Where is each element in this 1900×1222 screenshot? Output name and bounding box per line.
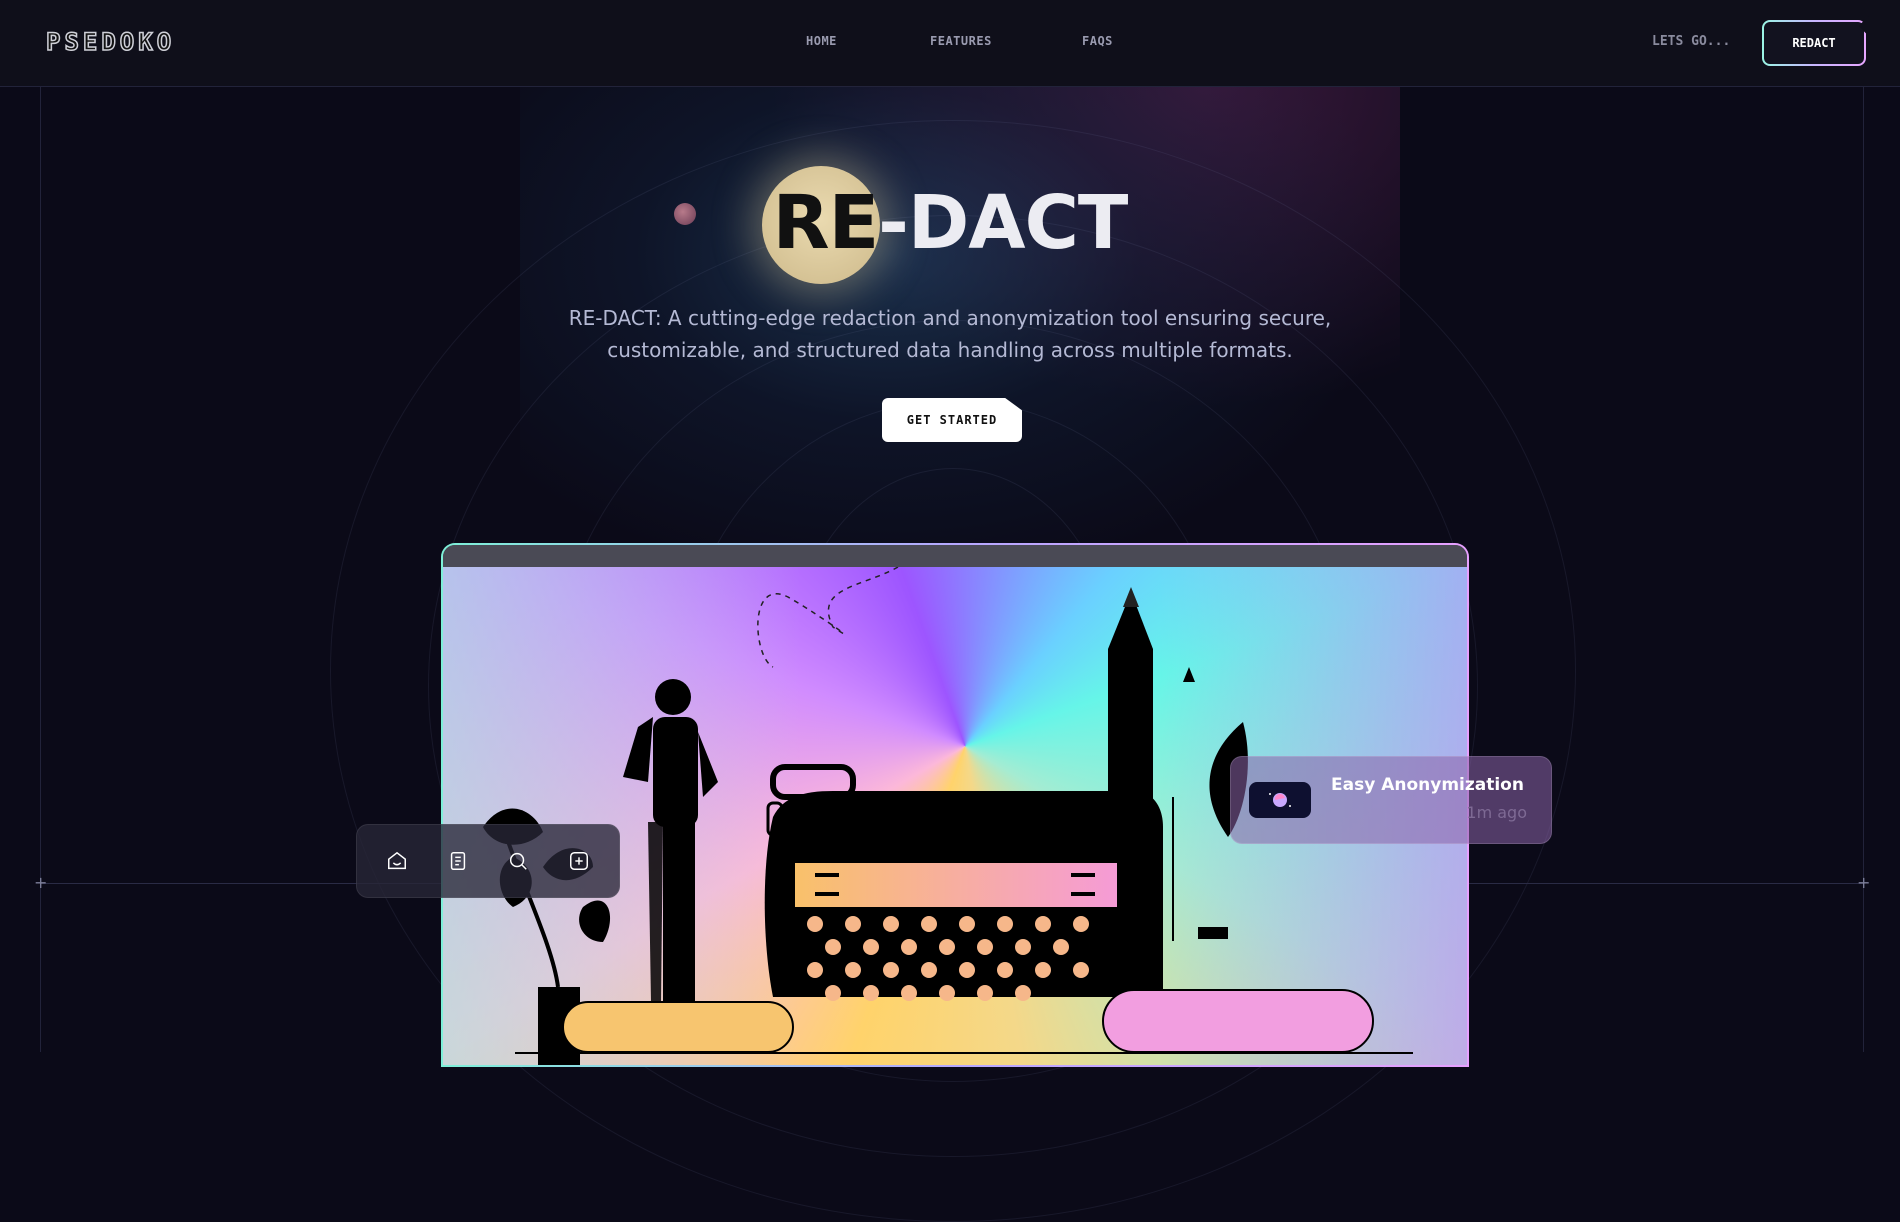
- notification-timestamp: 1m ago: [1466, 803, 1527, 822]
- logo[interactable]: PSEDOKO: [45, 27, 175, 57]
- search-icon[interactable]: [498, 841, 538, 881]
- hero-title-prefix: RE: [772, 180, 880, 266]
- floating-toolbar: [356, 824, 620, 898]
- hero-title: RE-DACT: [0, 180, 1900, 266]
- document-icon[interactable]: [438, 841, 478, 881]
- planet-icon: [1269, 793, 1291, 807]
- lets-go-link[interactable]: LETS GO...: [1652, 34, 1730, 49]
- nav-home-link[interactable]: HOME: [806, 34, 837, 48]
- notification-title: Easy Anonymization: [1331, 775, 1524, 795]
- redact-button[interactable]: REDACT: [1762, 20, 1866, 66]
- hero-subtitle: RE-DACT: A cutting-edge redaction and an…: [568, 306, 1332, 362]
- get-started-button[interactable]: GET STARTED: [882, 398, 1022, 442]
- crosshair-marker: +: [1857, 873, 1871, 892]
- home-icon[interactable]: [377, 841, 417, 881]
- notification-card[interactable]: Easy Anonymization 1m ago: [1230, 756, 1552, 844]
- notification-thumbnail: [1249, 782, 1311, 818]
- add-icon[interactable]: [559, 841, 599, 881]
- nav-faqs-link[interactable]: FAQS: [1082, 34, 1113, 48]
- hero-title-suffix: -DACT: [878, 180, 1128, 266]
- top-navigation-bar: PSEDOKO HOME FEATURES FAQS LETS GO... RE…: [0, 0, 1900, 87]
- window-title-bar: [443, 545, 1467, 567]
- nav-features-link[interactable]: FEATURES: [930, 34, 992, 48]
- crosshair-marker: +: [34, 873, 48, 892]
